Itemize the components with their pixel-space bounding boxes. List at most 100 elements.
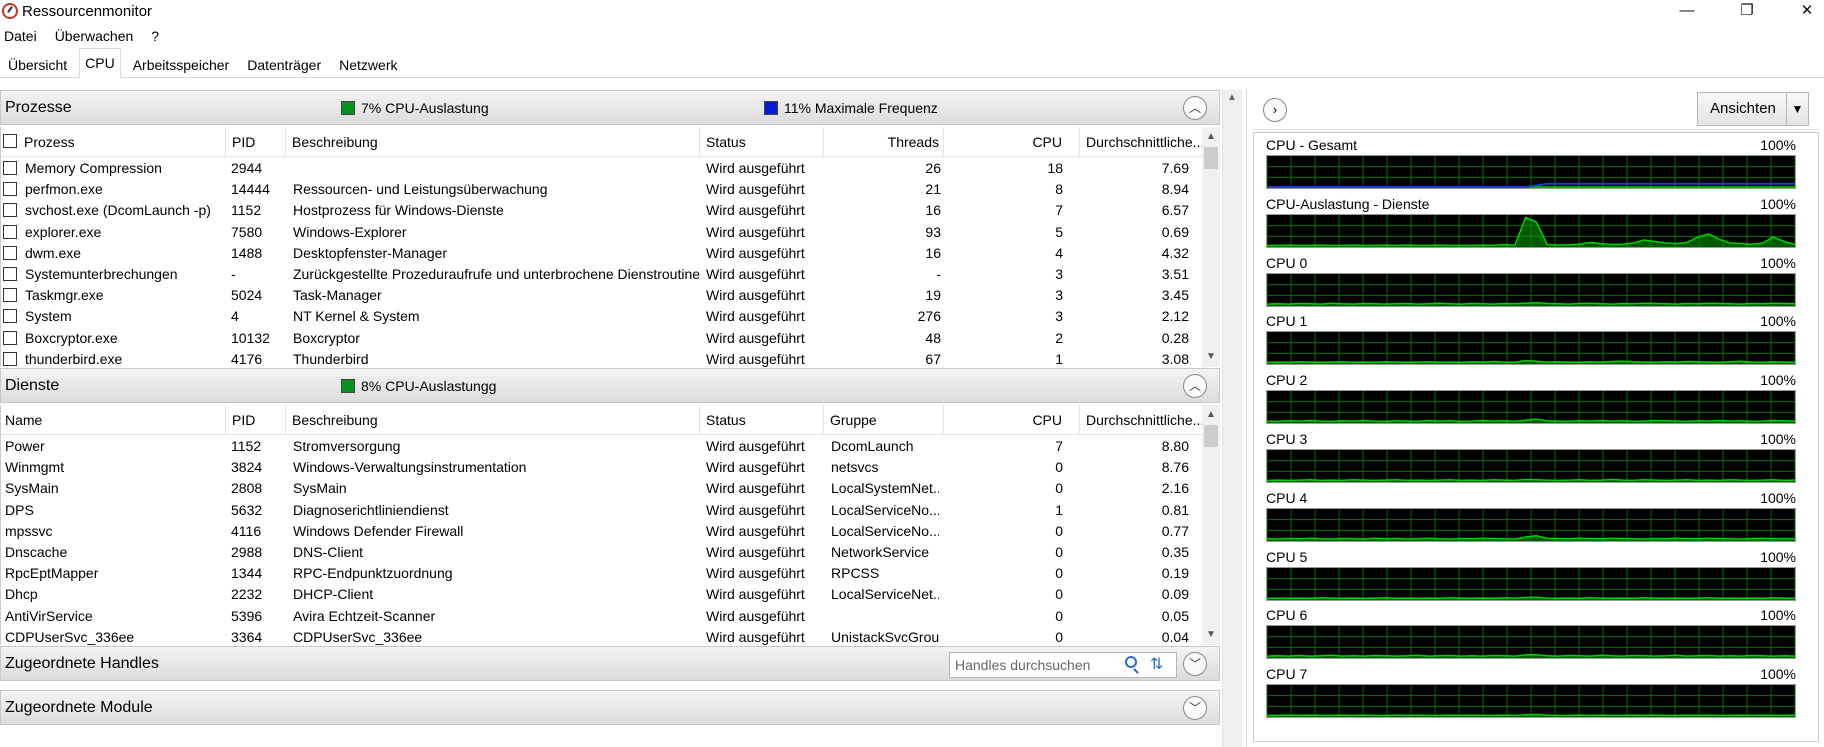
scroll-down-icon[interactable]: ▼	[1206, 351, 1216, 362]
col-durchschnitt[interactable]: Durchschnittliche...	[1079, 127, 1203, 157]
scroll-up-icon[interactable]: ▲	[1227, 92, 1237, 103]
expand-module-button[interactable]: ﹀	[1183, 696, 1207, 720]
col-pid[interactable]: PID	[225, 127, 283, 157]
expand-panel-button[interactable]: ›	[1263, 98, 1287, 122]
row-checkbox[interactable]	[3, 224, 17, 239]
menu-help[interactable]: ?	[151, 28, 159, 44]
graph-canvas	[1266, 684, 1796, 719]
row-checkbox[interactable]	[3, 245, 17, 260]
table-row[interactable]: System 4 NT Kernel & System Wird ausgeführt…	[1, 305, 1220, 326]
menu-datei[interactable]: Datei	[4, 28, 37, 44]
cell-status: Wird ausgeführt	[706, 181, 805, 198]
cell-beschreibung: Windows Defender Firewall	[293, 522, 464, 539]
main-scrollbar[interactable]: ▲	[1222, 90, 1242, 747]
dienste-header[interactable]: Dienste 8% CPU-Auslastungg ︿	[0, 368, 1220, 403]
table-row[interactable]: DPS 5632 Diagnoserichtliniendienst Wird aus…	[1, 499, 1220, 520]
scroll-up-icon[interactable]: ▲	[1206, 131, 1216, 142]
col-durchschnitt[interactable]: Durchschnittliche...	[1079, 405, 1203, 435]
cell-gruppe: DcomLaunch	[831, 438, 914, 454]
col-threads[interactable]: Threads	[823, 127, 943, 157]
tab-datentraeger[interactable]: Datenträger	[241, 51, 327, 77]
table-row[interactable]: RpcEptMapper 1344 RPC-Endpunktzuordnung Wir…	[1, 562, 1220, 583]
table-row[interactable]: SysMain 2808 SysMain Wird ausgeführt LocalSy…	[1, 477, 1220, 498]
tab-uebersicht[interactable]: Übersicht	[2, 51, 73, 77]
col-beschreibung[interactable]: Beschreibung	[285, 127, 701, 157]
scroll-thumb[interactable]	[1204, 147, 1218, 169]
close-button[interactable]: ✕	[1784, 0, 1824, 24]
row-checkbox[interactable]	[3, 330, 17, 345]
cell-pid: 4176	[231, 350, 263, 367]
row-checkbox[interactable]	[3, 351, 17, 366]
collapse-prozesse-button[interactable]: ︿	[1183, 96, 1207, 120]
graph-max-label: 100%	[1760, 666, 1796, 683]
cell-avg: 3.08	[1161, 350, 1189, 367]
col-status[interactable]: Status	[699, 127, 825, 157]
scroll-thumb[interactable]	[1204, 425, 1218, 447]
col-pid[interactable]: PID	[225, 405, 283, 435]
table-row[interactable]: Boxcryptor.exe 10132 Boxcryptor Wird ausgef…	[1, 327, 1220, 348]
row-checkbox[interactable]	[3, 203, 17, 218]
cell-beschreibung: Thunderbird	[293, 350, 369, 367]
prozesse-header[interactable]: Prozesse 7% CPU-Auslastung 11% Maximale …	[0, 90, 1220, 125]
row-checkbox[interactable]	[3, 161, 17, 175]
table-row[interactable]: svchost.exe (DcomLaunch -p) 1152 Hostproze…	[1, 199, 1220, 220]
menu-ueberwachen[interactable]: Überwachen	[55, 28, 134, 44]
col-cpu[interactable]: CPU	[943, 405, 1068, 435]
row-checkbox[interactable]	[3, 288, 17, 303]
expand-handles-button[interactable]: ﹀	[1183, 652, 1207, 676]
cell-avg: 0.05	[1161, 607, 1189, 624]
tab-cpu[interactable]: CPU	[79, 48, 121, 78]
handles-header[interactable]: Zugeordnete Handles Handles durchsuchen …	[0, 646, 1220, 681]
table-row[interactable]: Winmgmt 3824 Windows-Verwaltungsinstrument…	[1, 456, 1220, 477]
col-status[interactable]: Status	[699, 405, 825, 435]
collapse-dienste-button[interactable]: ︿	[1183, 374, 1207, 398]
cell-gruppe: RPCSS	[831, 565, 880, 582]
refresh-icon[interactable]: ⇅	[1150, 654, 1163, 674]
handles-search-input[interactable]: Handles durchsuchen ⇅	[949, 652, 1177, 678]
cell-name: Dhcp	[5, 586, 38, 603]
table-row[interactable]: thunderbird.exe 4176 Thunderbird Wird ausge…	[1, 348, 1220, 367]
views-button[interactable]: Ansichten ▼	[1697, 92, 1809, 126]
table-row[interactable]: perfmon.exe 14444 Ressourcen- und Leistung…	[1, 178, 1220, 199]
col-gruppe[interactable]: Gruppe	[823, 405, 943, 435]
col-name[interactable]: Name	[5, 412, 42, 428]
scroll-down-icon[interactable]: ▼	[1206, 629, 1216, 640]
row-checkbox[interactable]	[3, 182, 17, 197]
cell-beschreibung: Hostprozess für Windows-Dienste	[293, 202, 504, 219]
table-row[interactable]: Dhcp 2232 DHCP-Client Wird ausgeführt LocalS…	[1, 583, 1220, 604]
scroll-up-icon[interactable]: ▲	[1206, 409, 1216, 420]
graph-label: CPU 6	[1266, 607, 1308, 624]
table-row[interactable]: CDPUserSvc_336ee 3364 CDPUserSvc_336ee Wird…	[1, 626, 1220, 645]
row-checkbox[interactable]	[3, 266, 17, 281]
cell-pid: 5632	[231, 501, 263, 518]
table-row[interactable]: Dnscache 2988 DNS-Client Wird ausgeführt Net…	[1, 541, 1220, 562]
table-row[interactable]: dwm.exe 1488 Desktopfenster-Manager Wird au…	[1, 242, 1220, 263]
table-row[interactable]: Power 1152 Stromversorgung Wird ausgeführt D…	[1, 435, 1220, 456]
tab-netzwerk[interactable]: Netzwerk	[333, 51, 403, 77]
search-icon[interactable]	[1125, 656, 1137, 668]
prozesse-title: Prozesse	[5, 99, 72, 116]
table-row[interactable]: Taskmgr.exe 5024 Task-Manager Wird ausgefüh…	[1, 284, 1220, 305]
table-row[interactable]: Memory Compression 2944 Wird ausgeführt 26 1…	[1, 157, 1220, 178]
dienste-scrollbar[interactable]: ▲ ▼	[1202, 405, 1220, 645]
row-checkbox[interactable]	[3, 309, 17, 324]
table-row[interactable]: explorer.exe 7580 Windows-Explorer Wird aus…	[1, 221, 1220, 242]
col-prozess[interactable]: Prozess	[24, 134, 75, 150]
prozesse-scrollbar[interactable]: ▲ ▼	[1202, 127, 1220, 367]
minimize-button[interactable]: —	[1664, 0, 1710, 24]
table-row[interactable]: AntiVirService 5396 Avira Echtzeit-Scanner…	[1, 605, 1220, 626]
col-beschreibung[interactable]: Beschreibung	[285, 405, 701, 435]
maximize-button[interactable]: ❐	[1724, 0, 1770, 24]
table-row[interactable]: mpssvc 4116 Windows Defender Firewall Wird …	[1, 520, 1220, 541]
cell-status: Wird ausgeführt	[706, 522, 805, 539]
cell-beschreibung: DHCP-Client	[293, 586, 374, 603]
cell-name: CDPUserSvc_336ee	[5, 628, 135, 645]
col-cpu[interactable]: CPU	[943, 127, 1068, 157]
select-all-checkbox[interactable]	[3, 133, 23, 149]
table-row[interactable]: Systemunterbrechungen - Zurückgestellte Pr…	[1, 263, 1220, 284]
tab-arbeitsspeicher[interactable]: Arbeitsspeicher	[127, 51, 236, 77]
cell-pid: 3364	[231, 628, 263, 645]
dropdown-arrow-icon[interactable]: ▼	[1786, 93, 1808, 125]
graph-canvas	[1266, 449, 1796, 483]
module-header[interactable]: Zugeordnete Module ﹀	[0, 690, 1220, 725]
